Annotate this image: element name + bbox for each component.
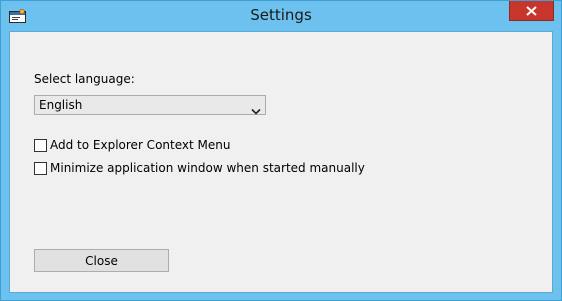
minimize-window-label: Minimize application window when started… <box>50 161 365 175</box>
explorer-context-menu-option[interactable]: Add to Explorer Context Menu <box>34 137 230 153</box>
settings-panel: Select language: English Add to Explorer… <box>9 31 553 293</box>
language-select[interactable]: English <box>34 95 266 115</box>
minimize-window-option[interactable]: Minimize application window when started… <box>34 160 365 176</box>
close-button[interactable]: Close <box>34 249 169 272</box>
language-label: Select language: <box>34 72 135 86</box>
explorer-context-menu-label: Add to Explorer Context Menu <box>50 138 231 152</box>
explorer-context-menu-checkbox[interactable] <box>34 138 47 152</box>
settings-window: Settings Select language: English Add to… <box>0 0 562 301</box>
window-title: Settings <box>250 6 312 24</box>
close-icon <box>526 1 537 20</box>
minimize-window-checkbox[interactable] <box>34 161 47 175</box>
language-select-value: English <box>39 98 83 112</box>
window-close-button[interactable] <box>509 1 554 21</box>
chevron-down-icon <box>251 101 261 115</box>
title-bar[interactable]: Settings <box>1 1 561 31</box>
